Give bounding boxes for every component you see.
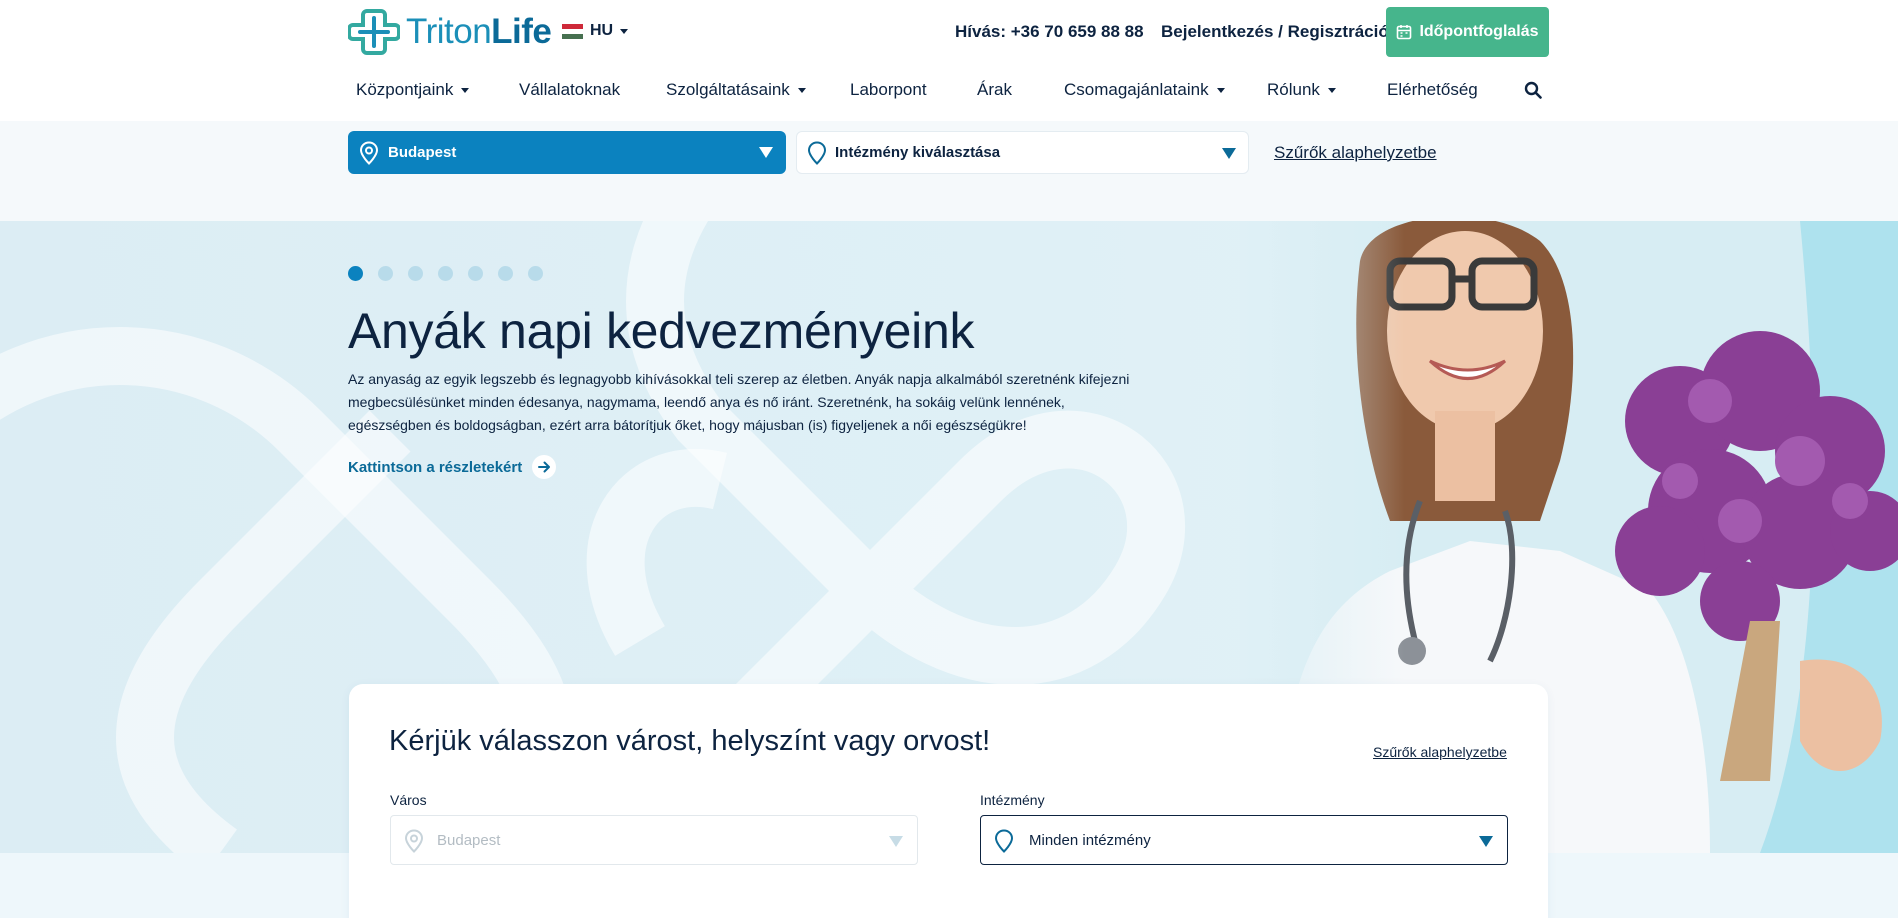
nav-item-rolunk[interactable]: Rólunk — [1267, 80, 1336, 100]
slider-dot-6[interactable] — [498, 266, 513, 281]
nav-item-elerhetoseg[interactable]: Elérhetőség — [1387, 80, 1478, 100]
main-nav: Központjaink Vállalatoknak Szolgáltatása… — [356, 80, 1548, 102]
city-field-placeholder: Budapest — [437, 831, 501, 849]
location-pin-icon — [807, 141, 827, 165]
institution-select[interactable]: Intézmény kiválasztása — [796, 131, 1249, 174]
chevron-down-icon — [620, 28, 629, 34]
slider-dot-4[interactable] — [438, 266, 453, 281]
language-selector[interactable]: HU — [562, 22, 629, 40]
logo-cross-icon — [348, 9, 400, 55]
calendar-icon — [1397, 25, 1412, 40]
chevron-down-icon — [759, 147, 773, 158]
nav-item-label: Elérhetőség — [1387, 80, 1478, 99]
nav-item-label: Laborpont — [850, 80, 927, 99]
institution-select-value: Intézmény kiválasztása — [835, 144, 1001, 161]
language-code: HU — [590, 22, 614, 39]
hungary-flag-icon — [562, 23, 583, 39]
nav-item-label: Árak — [977, 80, 1012, 99]
slider-dot-3[interactable] — [408, 266, 423, 281]
nav-item-laborpont[interactable]: Laborpont — [850, 80, 927, 100]
slider-dot-1[interactable] — [348, 266, 363, 281]
search-card-title: Kérjük válasszon várost, helyszínt vagy … — [389, 725, 991, 757]
phone-link[interactable]: Hívás: +36 70 659 88 88 — [955, 22, 1144, 42]
institution-field-value: Minden intézmény — [1029, 831, 1151, 849]
city-select[interactable]: Budapest — [348, 131, 786, 174]
nav-item-label: Vállalatoknak — [519, 80, 621, 99]
chevron-down-icon — [1216, 87, 1225, 93]
nav-item-szolgaltatasaink[interactable]: Szolgáltatásaink — [666, 80, 806, 100]
nav-item-label: Rólunk — [1267, 80, 1320, 99]
nav-item-arak[interactable]: Árak — [977, 80, 1012, 100]
site-header: TritonLife HU Hívás: +36 70 659 88 88 Be… — [0, 0, 1898, 121]
brand-name: TritonLife — [406, 12, 552, 51]
city-field-label: Város — [390, 792, 427, 808]
nav-item-vallalatoknak[interactable]: Vállalatoknak — [519, 80, 620, 100]
chevron-down-icon — [889, 836, 903, 847]
slider-dot-7[interactable] — [528, 266, 543, 281]
nav-item-label: Szolgáltatásaink — [666, 80, 790, 99]
arrow-right-icon — [532, 455, 557, 479]
booking-button[interactable]: Időpontfoglalás — [1386, 7, 1549, 57]
reset-filters-link[interactable]: Szűrők alaphelyzetbe — [1274, 143, 1437, 163]
hero-description: Az anyaság az egyik legszebb és legnagyo… — [348, 371, 1130, 433]
nav-item-label: Csomagajánlataink — [1064, 80, 1209, 99]
chevron-down-icon — [797, 87, 806, 93]
slider-dot-2[interactable] — [378, 266, 393, 281]
hero-details-link-label: Kattintson a részletekért — [348, 458, 523, 476]
chevron-down-icon — [1327, 87, 1336, 93]
hero-title: Anyák napi kedvezményeink — [348, 303, 975, 359]
location-pin-icon — [359, 141, 379, 165]
city-select-value: Budapest — [388, 144, 457, 161]
brand-logo[interactable]: TritonLife — [348, 6, 552, 58]
booking-button-label: Időpontfoglalás — [1419, 23, 1539, 40]
nav-item-csomagajanlataink[interactable]: Csomagajánlataink — [1064, 80, 1225, 100]
chevron-down-icon — [1479, 836, 1493, 847]
institution-field-label: Intézmény — [980, 792, 1045, 808]
chevron-down-icon — [1222, 148, 1236, 159]
institution-field[interactable]: Minden intézmény — [980, 815, 1508, 865]
login-register-link[interactable]: Bejelentkezés / Regisztráció — [1161, 22, 1389, 42]
city-field[interactable]: Budapest — [390, 815, 918, 865]
location-pin-icon — [994, 829, 1014, 853]
nav-item-label: Központjaink — [356, 80, 454, 99]
search-card — [349, 684, 1548, 918]
slider-dots — [348, 266, 558, 281]
location-pin-icon — [404, 829, 424, 853]
hero-details-link[interactable]: Kattintson a részletekért — [348, 455, 557, 479]
nav-item-kozpontjaink[interactable]: Központjaink — [356, 80, 470, 100]
slider-dot-5[interactable] — [468, 266, 483, 281]
search-icon[interactable] — [1524, 81, 1542, 99]
chevron-down-icon — [461, 87, 470, 93]
search-card-reset-link[interactable]: Szűrők alaphelyzetbe — [1373, 744, 1507, 760]
